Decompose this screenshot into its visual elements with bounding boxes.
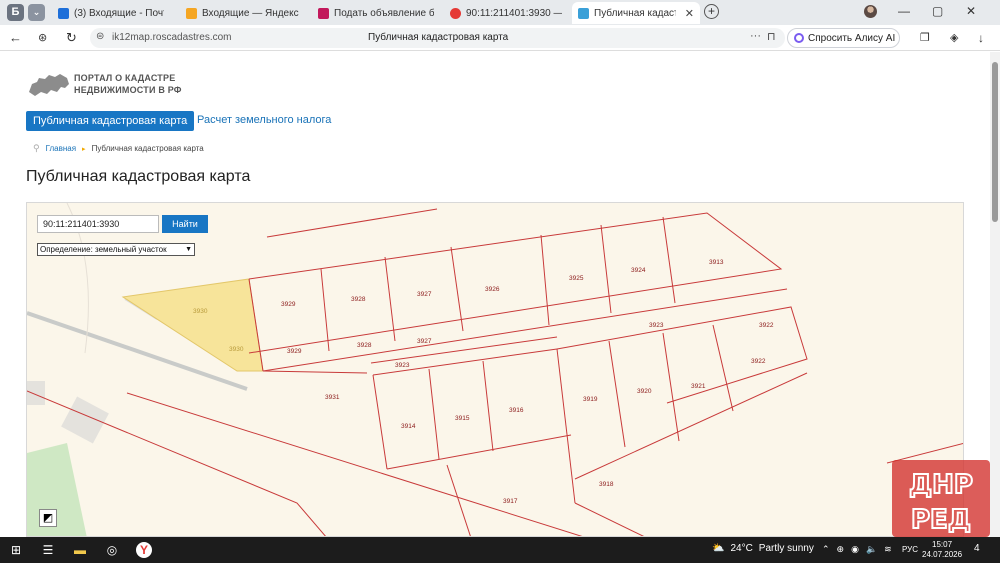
parcel-label[interactable]: 3929	[287, 348, 302, 355]
object-type-select[interactable]: Определение: земельный участок ▼	[37, 243, 195, 256]
chevron-down-icon: ▼	[185, 246, 192, 253]
russia-map-logo-icon[interactable]	[27, 70, 71, 98]
yandex-icon	[450, 7, 461, 19]
parcel-label[interactable]: 3918	[599, 481, 614, 488]
parcel-label[interactable]: 3923	[395, 362, 410, 369]
network-icon[interactable]: ⊕	[837, 544, 845, 555]
profile-avatar[interactable]	[864, 5, 877, 18]
tab-yandex-mail[interactable]: Входящие — Яндекс Почт	[180, 2, 308, 24]
file-explorer-icon[interactable]: ▬	[72, 542, 88, 558]
location-pin-icon: ⚲	[33, 143, 40, 153]
mail-icon	[58, 7, 69, 19]
parcel-label[interactable]: 3930	[229, 346, 244, 353]
speaker-icon[interactable]: 🔈	[866, 544, 877, 555]
url-page-title: Публичная кадастровая карта	[368, 32, 509, 43]
notification-badge[interactable]: 4	[974, 543, 980, 554]
address-bar[interactable]: ⊜ ik12map.roscadastres.com Публичная кад…	[90, 28, 785, 48]
breadcrumb-home[interactable]: Главная	[46, 144, 76, 153]
breadcrumb-current: Публичная кадастровая карта	[91, 144, 204, 153]
tabs-dropdown-button[interactable]: ⌄	[28, 4, 45, 21]
parcel-label[interactable]: 3928	[357, 342, 372, 349]
parcel-label[interactable]: 3917	[503, 498, 518, 505]
dnr-red-watermark-logo: ДНР РЕД	[892, 460, 990, 537]
back-arrow-icon[interactable]: ←	[9, 30, 22, 46]
partly-sunny-icon: ⛅	[712, 543, 725, 554]
tab-avito[interactable]: Подать объявление бесп	[312, 2, 440, 24]
layers-tool-icon[interactable]: ◩	[39, 509, 57, 527]
parcel-label[interactable]: 3914	[401, 423, 416, 430]
browser-app-icon[interactable]: ◎	[104, 542, 120, 558]
breadcrumb: ⚲ Главная ▸ Публичная кадастровая карта	[33, 143, 204, 154]
menu-item-cadastral-map[interactable]: Публичная кадастровая карта	[26, 111, 195, 131]
parcel-label[interactable]: 3927	[417, 291, 432, 298]
parcel-label[interactable]: 3924	[631, 267, 646, 274]
wifi-icon[interactable]: ≋	[884, 544, 892, 555]
browser-toolbar: ← ⊛ ↻ ⊜ ik12map.roscadastres.com Публичн…	[0, 25, 1000, 51]
task-view-icon[interactable]: ☰	[40, 542, 56, 558]
system-tray: ⌃ ⊕ ◉ 🔈 ≋	[822, 544, 892, 555]
cadastral-map[interactable]: 3930 3930 3929 3929 3928 3928 3927 3927 …	[26, 202, 964, 537]
parcel-label[interactable]: 3913	[709, 259, 724, 266]
windows-taskbar: ⊞ ☰ ▬ ◎ Y ⛅ 24°C Partly sunny ⌃ ⊕ ◉ 🔈 ≋ …	[0, 537, 1000, 563]
parcel-label[interactable]: 3922	[751, 358, 766, 365]
parcel-label[interactable]: 3919	[583, 396, 598, 403]
url-host: ik12map.roscadastres.com	[112, 32, 232, 43]
parcel-label[interactable]: 3920	[637, 388, 652, 395]
tab-mail-ru[interactable]: (3) Входящие - Почта Ма	[52, 2, 170, 24]
parcel-label[interactable]: 3928	[351, 296, 366, 303]
reader-icon[interactable]: ❐	[920, 30, 930, 46]
close-window-icon[interactable]: ✕	[966, 4, 976, 18]
menu-item-land-tax[interactable]: Расчет земельного налога	[197, 114, 331, 126]
page-title: Публичная кадастровая карта	[26, 168, 251, 185]
scrollbar-thumb[interactable]	[992, 62, 998, 222]
chevron-up-icon[interactable]: ⌃	[822, 544, 830, 555]
parcel-label[interactable]: 3921	[691, 383, 706, 390]
parcel-label[interactable]: 3930	[193, 308, 208, 315]
bookmark-icon[interactable]: ⊓	[767, 30, 776, 43]
browser-menu-button[interactable]: Б	[7, 4, 24, 21]
svg-text:РЕД: РЕД	[911, 505, 971, 535]
parcel-label[interactable]: 3929	[281, 301, 296, 308]
ad-icon	[318, 7, 329, 19]
maximize-icon[interactable]: ▢	[932, 4, 943, 18]
tab-cadastral-map[interactable]: Публичная кадастровая ✕	[572, 2, 700, 24]
yandex-browser-icon[interactable]: Y	[136, 542, 152, 558]
parcel-label[interactable]: 3923	[649, 322, 664, 329]
reload-icon[interactable]: ↻	[66, 30, 77, 46]
svg-text:ДНР: ДНР	[909, 470, 973, 500]
parcel-label[interactable]: 3915	[455, 415, 470, 422]
minimize-icon[interactable]: —	[898, 4, 910, 18]
parcel-label[interactable]: 3926	[485, 286, 500, 293]
clock[interactable]: 15:07 24.07.2026	[922, 540, 962, 560]
new-tab-button[interactable]: +	[704, 4, 719, 19]
browser-tab-strip: Б ⌄ (3) Входящие - Почта Ма Входящие — Я…	[0, 0, 1000, 25]
alice-icon	[794, 33, 804, 43]
cadastral-number-input[interactable]	[37, 215, 159, 233]
parcel-label[interactable]: 3922	[759, 322, 774, 329]
parcel-label[interactable]: 3925	[569, 275, 584, 282]
close-tab-icon[interactable]: ✕	[685, 7, 694, 20]
lock-icon: ⊜	[96, 31, 105, 42]
ask-alice-button[interactable]: Спросить Алису AI	[787, 28, 900, 48]
extension-icon[interactable]: ◈	[950, 30, 958, 46]
protect-icon[interactable]: ⊛	[38, 30, 47, 46]
tab-yandex-search[interactable]: 90:11:211401:3930 — Янд	[444, 2, 568, 24]
breadcrumb-separator-icon: ▸	[82, 145, 86, 153]
parcel-label[interactable]: 3916	[509, 407, 524, 414]
find-button[interactable]: Найти	[162, 215, 208, 233]
input-language[interactable]: РУС	[902, 545, 918, 554]
portal-title[interactable]: ПОРТАЛ О КАДАСТРЕ НЕДВИЖИМОСТИ В РФ	[74, 72, 182, 96]
map-icon	[578, 7, 589, 19]
download-icon[interactable]: ↓	[978, 30, 984, 46]
windows-start-icon[interactable]: ⊞	[8, 542, 24, 558]
app-tray-icon[interactable]: ◉	[851, 544, 859, 555]
weather-widget[interactable]: ⛅ 24°C Partly sunny	[712, 543, 814, 554]
parcel-label[interactable]: 3927	[417, 338, 432, 345]
parcel-label[interactable]: 3931	[325, 394, 340, 401]
more-icon[interactable]: ···	[750, 30, 761, 42]
envelope-icon	[186, 7, 197, 19]
